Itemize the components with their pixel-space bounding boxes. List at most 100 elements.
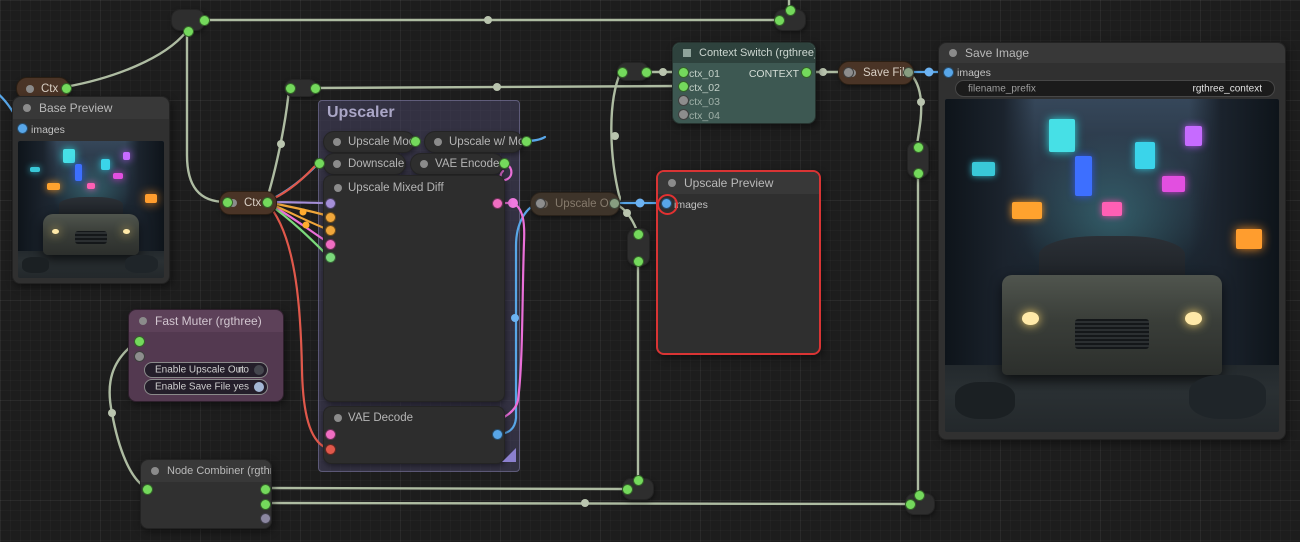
muter-input-dot[interactable]: [134, 351, 145, 362]
reroute-input-dot[interactable]: [913, 142, 924, 153]
reroute-input-dot[interactable]: [633, 229, 644, 240]
latent-image-input-dot[interactable]: [325, 239, 336, 250]
fast-muter-node[interactable]: Fast Muter (rgthree) Enable Upscale Out …: [128, 309, 284, 402]
ctx-input-dot[interactable]: [222, 197, 233, 208]
node-title: Context Switch (rgthree): [699, 47, 815, 59]
combiner-output-dot[interactable]: [260, 513, 271, 524]
toggle-knob-on-icon[interactable]: [254, 382, 264, 392]
ctx-04-input-label: ctx_04: [689, 110, 720, 122]
upscale-preview-node[interactable]: Upscale Preview images: [656, 170, 821, 355]
node-title: Node Combiner (rgthree): [167, 465, 271, 477]
upscale-out-output-dot[interactable]: [609, 198, 620, 209]
reroute-input-dot[interactable]: [285, 83, 296, 94]
reroute-output-dot[interactable]: [310, 83, 321, 94]
upscale-preview-header[interactable]: Upscale Preview: [658, 172, 819, 194]
fast-muter-header[interactable]: Fast Muter (rgthree): [129, 310, 283, 332]
base-preview-node[interactable]: Base Preview images: [12, 96, 170, 284]
reroute-input-dot[interactable]: [774, 15, 785, 26]
ctx-03-input-dot[interactable]: [678, 95, 689, 106]
reroute-output-dot[interactable]: [183, 26, 194, 37]
positive-input-dot[interactable]: [325, 212, 336, 223]
node-title: Ctx: [244, 197, 261, 209]
ctx-01-input-label: ctx_01: [689, 68, 720, 80]
upscale-w-model-node-collapsed[interactable]: Upscale w/ Model: [424, 131, 523, 153]
muter-input-dot[interactable]: [134, 336, 145, 347]
group-resize-handle[interactable]: [502, 448, 516, 462]
model-input-dot[interactable]: [325, 198, 336, 209]
upscale-model-output-dot[interactable]: [410, 136, 421, 147]
ctx-03-input-label: ctx_03: [689, 96, 720, 108]
upscale-mixed-diff-node[interactable]: Upscale Mixed Diff: [323, 175, 505, 402]
filename-prefix-widget[interactable]: filename_prefix rgthree_context: [955, 80, 1275, 97]
node-title: Downscale: [348, 158, 404, 170]
context-switch-node[interactable]: Context Switch (rgthree) ctx_01 ctx_02 c…: [672, 42, 816, 124]
collapse-dot-icon[interactable]: [151, 467, 159, 475]
reroute-output-dot[interactable]: [785, 5, 796, 16]
latent-output-dot[interactable]: [492, 198, 503, 209]
ctx-output-dot[interactable]: [262, 197, 273, 208]
collapse-dot-icon[interactable]: [23, 104, 31, 112]
save-image-node[interactable]: Save Image images filename_prefix rgthre…: [938, 42, 1286, 440]
collapse-dot-icon[interactable]: [668, 179, 676, 187]
downscale-input-dot[interactable]: [314, 158, 325, 169]
collapse-box-icon[interactable]: [683, 49, 691, 57]
toggle-knob-off-icon[interactable]: [254, 365, 264, 375]
context-output-dot[interactable]: [801, 67, 812, 78]
node-title: Upscale w/ Model: [449, 136, 523, 148]
widget-value: rgthree_context: [1193, 83, 1263, 94]
combiner-output-dot[interactable]: [260, 484, 271, 495]
enable-save-file-toggle[interactable]: Enable Save File yes: [144, 379, 268, 395]
images-input-dot[interactable]: [17, 123, 28, 134]
vae-encode-output-dot[interactable]: [499, 158, 510, 169]
ctx-01-input-dot[interactable]: [678, 67, 689, 78]
reroute-output-dot[interactable]: [914, 490, 925, 501]
base-preview-header[interactable]: Base Preview: [13, 97, 169, 119]
reroute-input-dot[interactable]: [905, 499, 916, 510]
noise-seed-input-dot[interactable]: [325, 252, 336, 263]
node-title: Ctx: [41, 83, 58, 95]
vae-decode-node[interactable]: VAE Decode: [323, 406, 505, 464]
collapse-dot-icon[interactable]: [139, 317, 147, 325]
reroute-output-dot[interactable]: [641, 67, 652, 78]
toggle-name: Enable Save File: [155, 382, 231, 393]
node-combiner-node[interactable]: Node Combiner (rgthree): [140, 459, 272, 529]
combiner-input-dot[interactable]: [142, 484, 153, 495]
reroute-output-dot[interactable]: [913, 168, 924, 179]
ctx-04-input-dot[interactable]: [678, 109, 689, 120]
ctx-output-dot[interactable]: [61, 83, 72, 94]
combiner-output-dot[interactable]: [260, 499, 271, 510]
reroute-output-dot[interactable]: [633, 256, 644, 267]
node-combiner-header[interactable]: Node Combiner (rgthree): [141, 460, 271, 482]
reroute-input-dot[interactable]: [617, 67, 628, 78]
ctx-02-input-dot[interactable]: [678, 81, 689, 92]
node-title: Upscale Preview: [684, 176, 773, 190]
reroute-output-dot[interactable]: [633, 475, 644, 486]
reroute-input-dot[interactable]: [622, 484, 633, 495]
save-image-header[interactable]: Save Image: [939, 43, 1285, 63]
enable-upscale-out-toggle[interactable]: Enable Upscale Out no: [144, 362, 268, 378]
downscale-node-collapsed[interactable]: Downscale: [323, 153, 406, 175]
collapse-dot-icon: [333, 160, 341, 168]
save-file-output-dot[interactable]: [903, 67, 914, 78]
samples-input-dot[interactable]: [325, 429, 336, 440]
upscale-w-model-output-dot[interactable]: [521, 136, 532, 147]
node-title: Upscale Model: [348, 136, 415, 148]
context-switch-header[interactable]: Context Switch (rgthree): [673, 43, 815, 63]
save-file-input-dot[interactable]: [843, 67, 854, 78]
reroute-output-dot[interactable]: [199, 15, 210, 26]
node-title: Fast Muter (rgthree): [155, 314, 262, 328]
negative-input-dot[interactable]: [325, 225, 336, 236]
images-input-dot[interactable]: [943, 67, 954, 78]
node-title: Upscale Mixed Diff: [348, 182, 444, 194]
collapse-dot-icon: [333, 138, 341, 146]
toggle-value: yes: [233, 382, 249, 393]
upscale-out-input-dot[interactable]: [535, 198, 546, 209]
vae-input-dot[interactable]: [325, 444, 336, 455]
vae-encode-node-collapsed[interactable]: VAE Encode: [410, 153, 504, 175]
collapse-dot-icon[interactable]: [334, 414, 342, 422]
collapse-dot-icon[interactable]: [334, 184, 342, 192]
collapse-dot-icon[interactable]: [949, 49, 957, 57]
preview-image: [18, 141, 164, 278]
image-output-dot[interactable]: [492, 429, 503, 440]
upscale-model-node-collapsed[interactable]: Upscale Model: [323, 131, 415, 153]
